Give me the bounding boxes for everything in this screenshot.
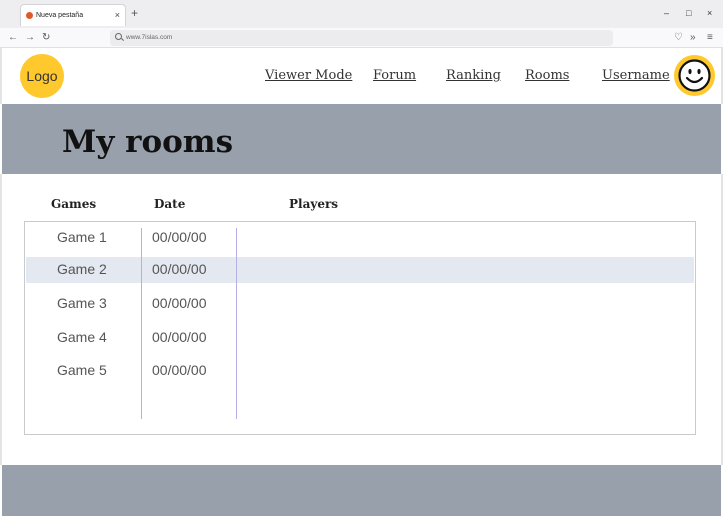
maximize-button[interactable]: □ <box>686 8 691 18</box>
logo-text: Logo <box>26 68 58 84</box>
overflow-icon[interactable]: » <box>690 32 696 43</box>
table-row[interactable]: Game 3 00/00/00 <box>26 291 694 317</box>
browser-tab-bar: Nueva pestaña × + – □ × <box>0 0 723 28</box>
game-cell: Game 2 <box>57 261 107 277</box>
table-row[interactable]: Game 1 00/00/00 <box>26 225 694 251</box>
column-header-players: Players <box>289 197 339 211</box>
avatar[interactable] <box>674 55 715 96</box>
site-header: Logo Viewer Mode Forum Ranking Rooms Use… <box>0 48 723 104</box>
rooms-table: Game 1 00/00/00 Game 2 00/00/00 Game 3 0… <box>24 221 696 435</box>
page-footer <box>2 465 721 516</box>
browser-nav-bar: ← → ↻ www.7islas.com ♡ » ≡ <box>0 28 723 48</box>
game-cell: Game 3 <box>57 295 107 311</box>
date-cell: 00/00/00 <box>152 329 207 345</box>
pocket-icon[interactable]: ♡ <box>674 32 683 43</box>
table-row[interactable]: Game 2 00/00/00 <box>26 257 694 283</box>
game-cell: Game 5 <box>57 362 107 378</box>
minimize-button[interactable]: – <box>664 8 669 18</box>
page-title: My rooms <box>62 124 234 160</box>
menu-icon[interactable]: ≡ <box>707 32 713 43</box>
reload-icon[interactable]: ↻ <box>42 32 50 43</box>
url-bar[interactable]: www.7islas.com <box>110 30 613 46</box>
nav-link-username[interactable]: Username <box>602 68 670 83</box>
logo[interactable]: Logo <box>20 54 64 98</box>
rooms-section: Games Date Players Game 1 00/00/00 Game … <box>0 174 723 465</box>
column-divider <box>141 228 142 419</box>
hero-banner: My rooms <box>2 104 721 174</box>
nav-link-forum[interactable]: Forum <box>373 68 416 83</box>
date-cell: 00/00/00 <box>152 295 207 311</box>
date-cell: 00/00/00 <box>152 261 207 277</box>
tab-title: Nueva pestaña <box>36 12 84 19</box>
nav-link-ranking[interactable]: Ranking <box>446 68 501 83</box>
browser-tab[interactable]: Nueva pestaña × <box>20 4 126 26</box>
firefox-favicon-icon <box>26 12 33 19</box>
column-header-games: Games <box>51 197 97 211</box>
column-header-date: Date <box>154 197 186 211</box>
smiley-avatar-icon <box>678 59 711 92</box>
tab-close-button[interactable]: × <box>115 10 120 20</box>
nav-link-rooms[interactable]: Rooms <box>525 68 569 83</box>
table-row[interactable]: Game 4 00/00/00 <box>26 325 694 351</box>
game-cell: Game 4 <box>57 329 107 345</box>
back-arrow-icon[interactable]: ← <box>8 32 18 43</box>
url-text: www.7islas.com <box>126 34 173 41</box>
nav-link-viewer-mode[interactable]: Viewer Mode <box>265 68 352 83</box>
table-row[interactable]: Game 5 00/00/00 <box>26 358 694 384</box>
game-cell: Game 1 <box>57 229 107 245</box>
column-divider <box>236 228 237 419</box>
date-cell: 00/00/00 <box>152 362 207 378</box>
forward-arrow-icon[interactable]: → <box>25 32 35 43</box>
search-icon <box>115 33 122 40</box>
new-tab-button[interactable]: + <box>131 7 138 19</box>
close-window-button[interactable]: × <box>707 8 712 18</box>
date-cell: 00/00/00 <box>152 229 207 245</box>
